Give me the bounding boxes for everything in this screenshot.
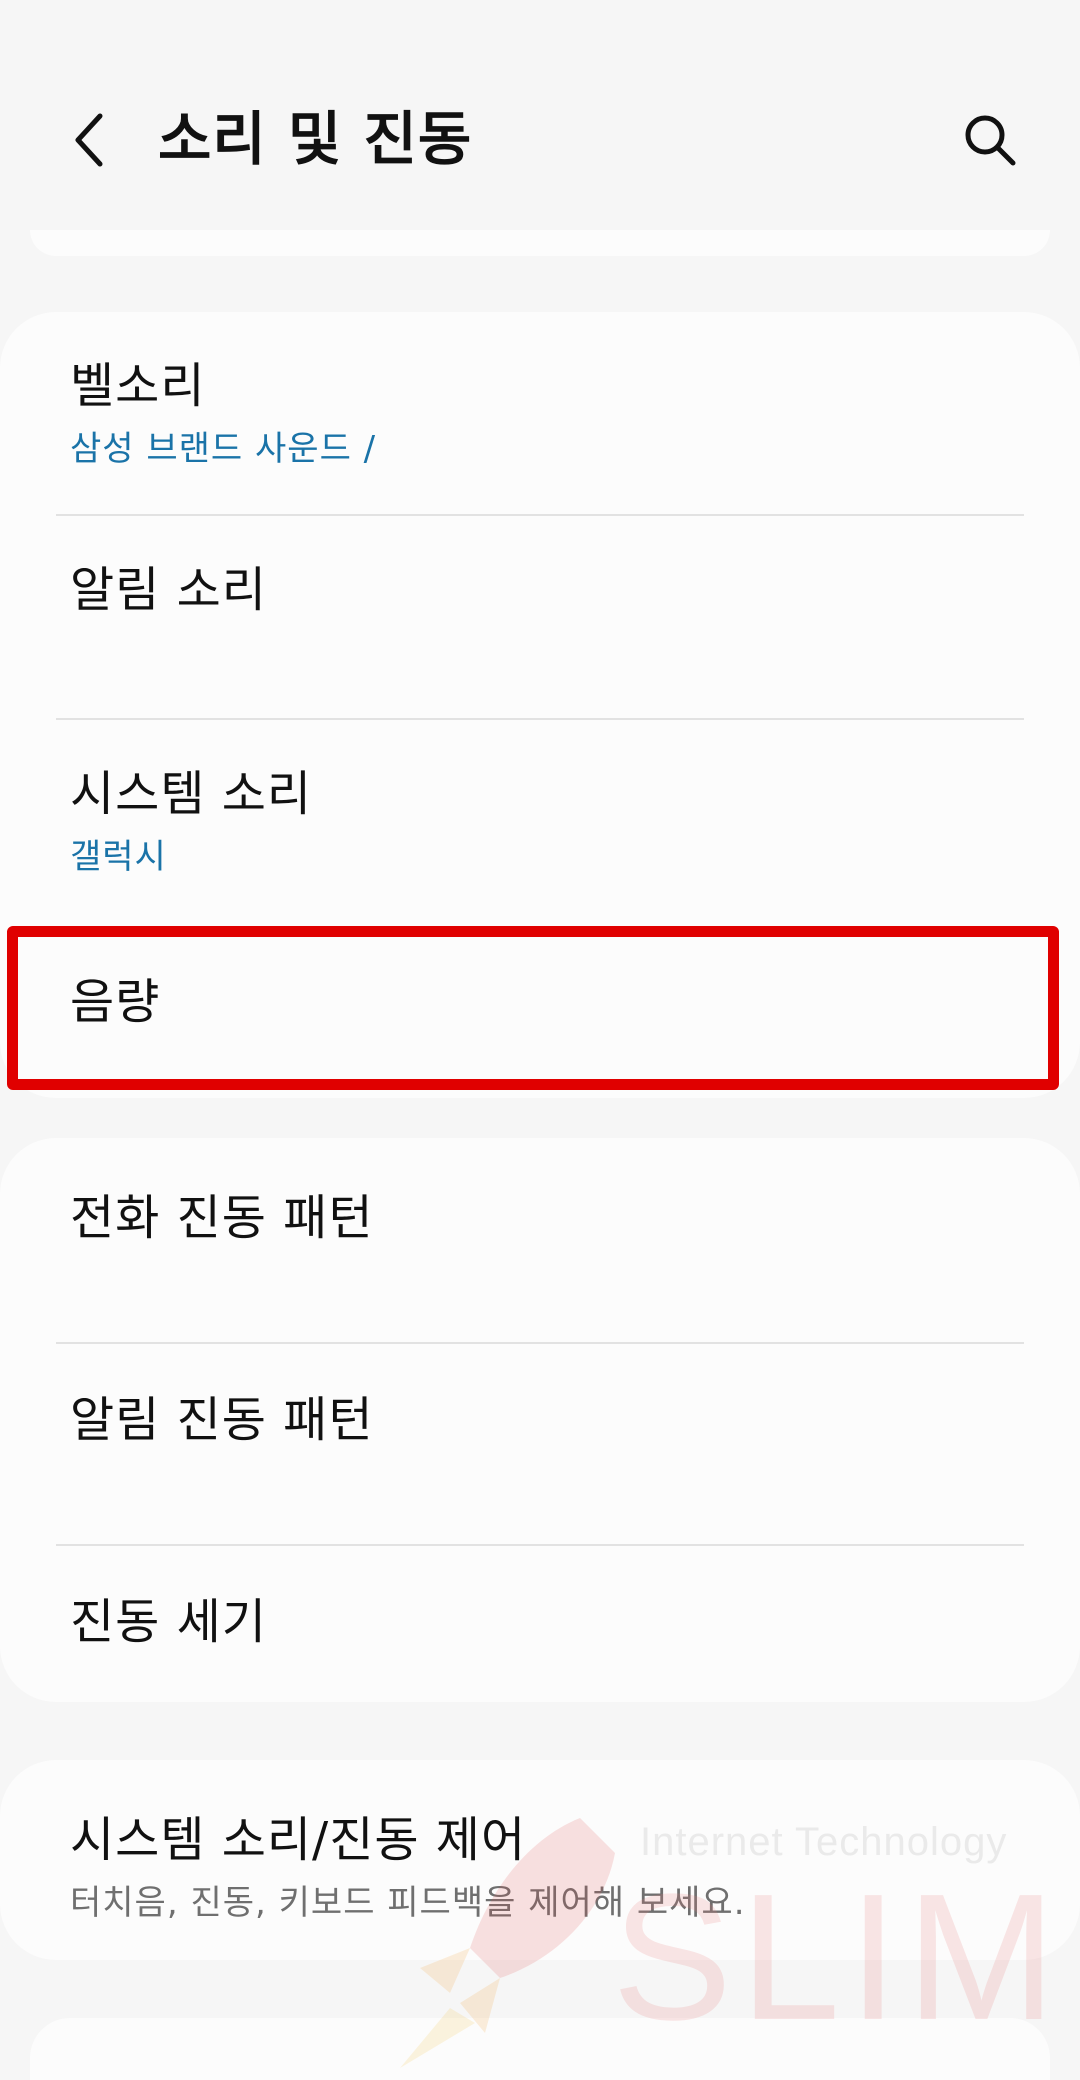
settings-card-partial bbox=[30, 230, 1050, 256]
list-item-notification-vibration-pattern[interactable]: 알림 진동 패턴 bbox=[70, 1390, 1010, 1450]
item-title: 진동 세기 bbox=[70, 1594, 267, 1650]
list-item-ringtone[interactable]: 벨소리 삼성 브랜드 사운드 / bbox=[70, 356, 1010, 472]
divider bbox=[56, 1544, 1024, 1546]
list-item-call-vibration-pattern[interactable]: 전화 진동 패턴 bbox=[70, 1188, 1010, 1248]
list-item-notification-sound[interactable]: 알림 소리 bbox=[70, 560, 1010, 620]
search-icon bbox=[965, 115, 1016, 166]
divider bbox=[56, 1342, 1024, 1344]
item-title: 전화 진동 패턴 bbox=[70, 1190, 374, 1246]
app-header: 소리 및 진동 bbox=[0, 0, 1080, 230]
search-button[interactable] bbox=[955, 105, 1025, 175]
item-subtitle: 갤럭시 bbox=[70, 837, 167, 877]
back-button[interactable] bbox=[60, 100, 120, 180]
rocket-logo-watermark bbox=[400, 1818, 615, 2068]
item-subtitle: 삼성 브랜드 사운드 / bbox=[70, 429, 377, 469]
list-item-vibration-intensity[interactable]: 진동 세기 bbox=[70, 1592, 1010, 1652]
list-item-system-sound[interactable]: 시스템 소리 갤럭시 bbox=[70, 764, 1010, 880]
settings-group-vibration: 전화 진동 패턴 알림 진동 패턴 진동 세기 bbox=[0, 1138, 1080, 1702]
volume-highlight-box bbox=[7, 926, 1059, 1090]
watermark-logo-text: SLIM bbox=[612, 1857, 1065, 2058]
page-title: 소리 및 진동 bbox=[158, 105, 473, 173]
item-title: 시스템 소리 bbox=[70, 766, 313, 822]
chevron-left-icon bbox=[75, 113, 103, 167]
item-title: 알림 진동 패턴 bbox=[70, 1392, 374, 1448]
divider bbox=[56, 718, 1024, 720]
item-title: 벨소리 bbox=[70, 358, 206, 414]
divider bbox=[56, 514, 1024, 516]
item-title: 알림 소리 bbox=[70, 562, 267, 618]
